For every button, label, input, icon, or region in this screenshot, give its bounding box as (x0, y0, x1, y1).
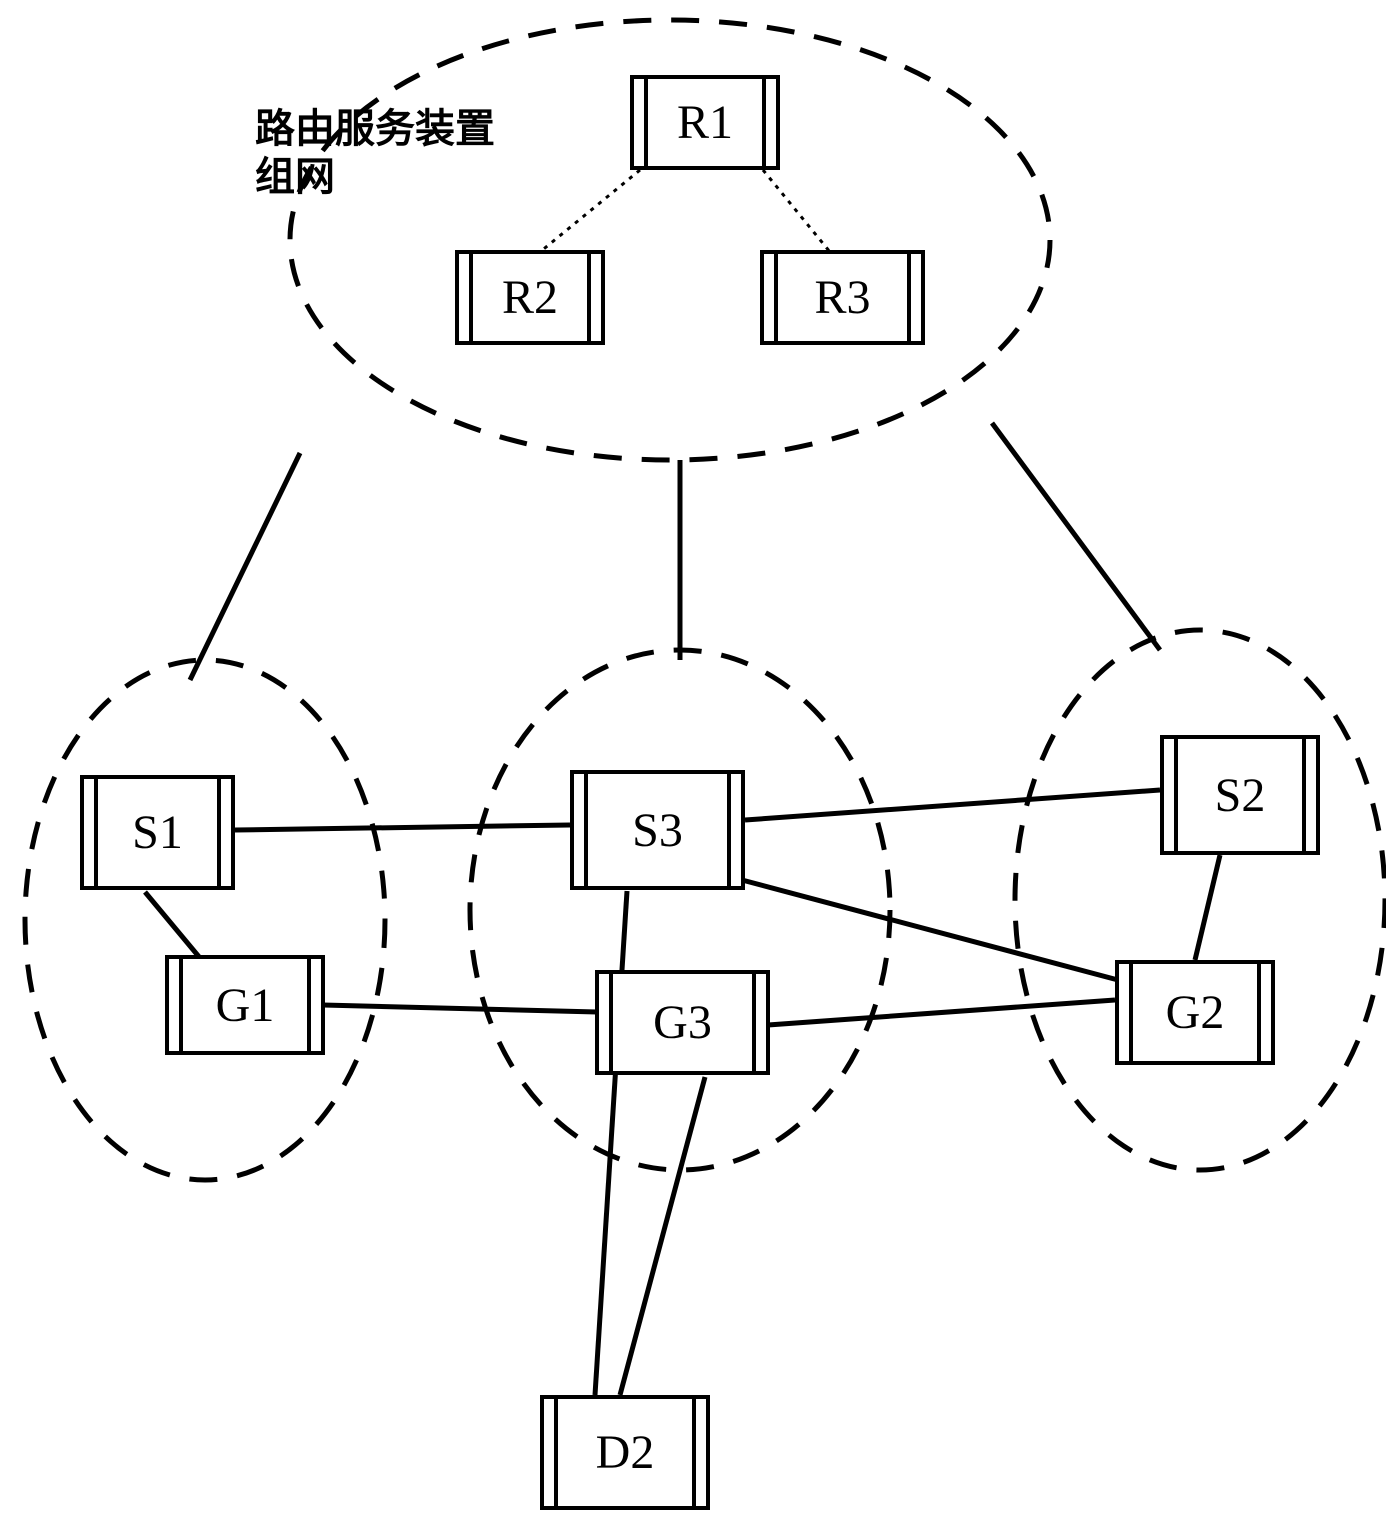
connection-line (620, 1077, 705, 1395)
node-label: S2 (1215, 768, 1266, 823)
node-label: G2 (1166, 985, 1225, 1040)
node-label: R2 (502, 270, 558, 325)
node-d2: D2 (540, 1395, 710, 1510)
node-g3: G3 (595, 970, 770, 1075)
cluster-ellipse (470, 650, 890, 1170)
node-r2: R2 (455, 250, 605, 345)
connection-line (992, 423, 1160, 650)
node-label: G1 (216, 978, 275, 1033)
node-label: S1 (132, 805, 183, 860)
connection-line (145, 892, 200, 958)
node-s3: S3 (570, 770, 745, 890)
node-g2: G2 (1115, 960, 1275, 1065)
node-label: R1 (677, 95, 733, 150)
node-label: G3 (653, 995, 712, 1050)
node-label: S3 (632, 803, 683, 858)
connection-line (745, 790, 1160, 820)
connection-line-dotted (763, 170, 830, 252)
connection-line (235, 825, 570, 830)
connection-line-dotted (540, 170, 640, 252)
cluster-ellipse (1015, 630, 1385, 1170)
connection-line (742, 880, 1118, 980)
connection-line (323, 1005, 597, 1012)
node-label: R3 (814, 270, 870, 325)
node-s2: S2 (1160, 735, 1320, 855)
cluster-ellipse (25, 660, 385, 1180)
connection-line (190, 453, 300, 680)
title-label: 路由服务装置组网 (255, 105, 515, 201)
node-s1: S1 (80, 775, 235, 890)
node-r1: R1 (630, 75, 780, 170)
connection-line (1195, 855, 1220, 960)
node-r3: R3 (760, 250, 925, 345)
node-label: D2 (596, 1425, 655, 1480)
connection-line (595, 891, 627, 1395)
connection-line (768, 1000, 1115, 1025)
node-g1: G1 (165, 955, 325, 1055)
